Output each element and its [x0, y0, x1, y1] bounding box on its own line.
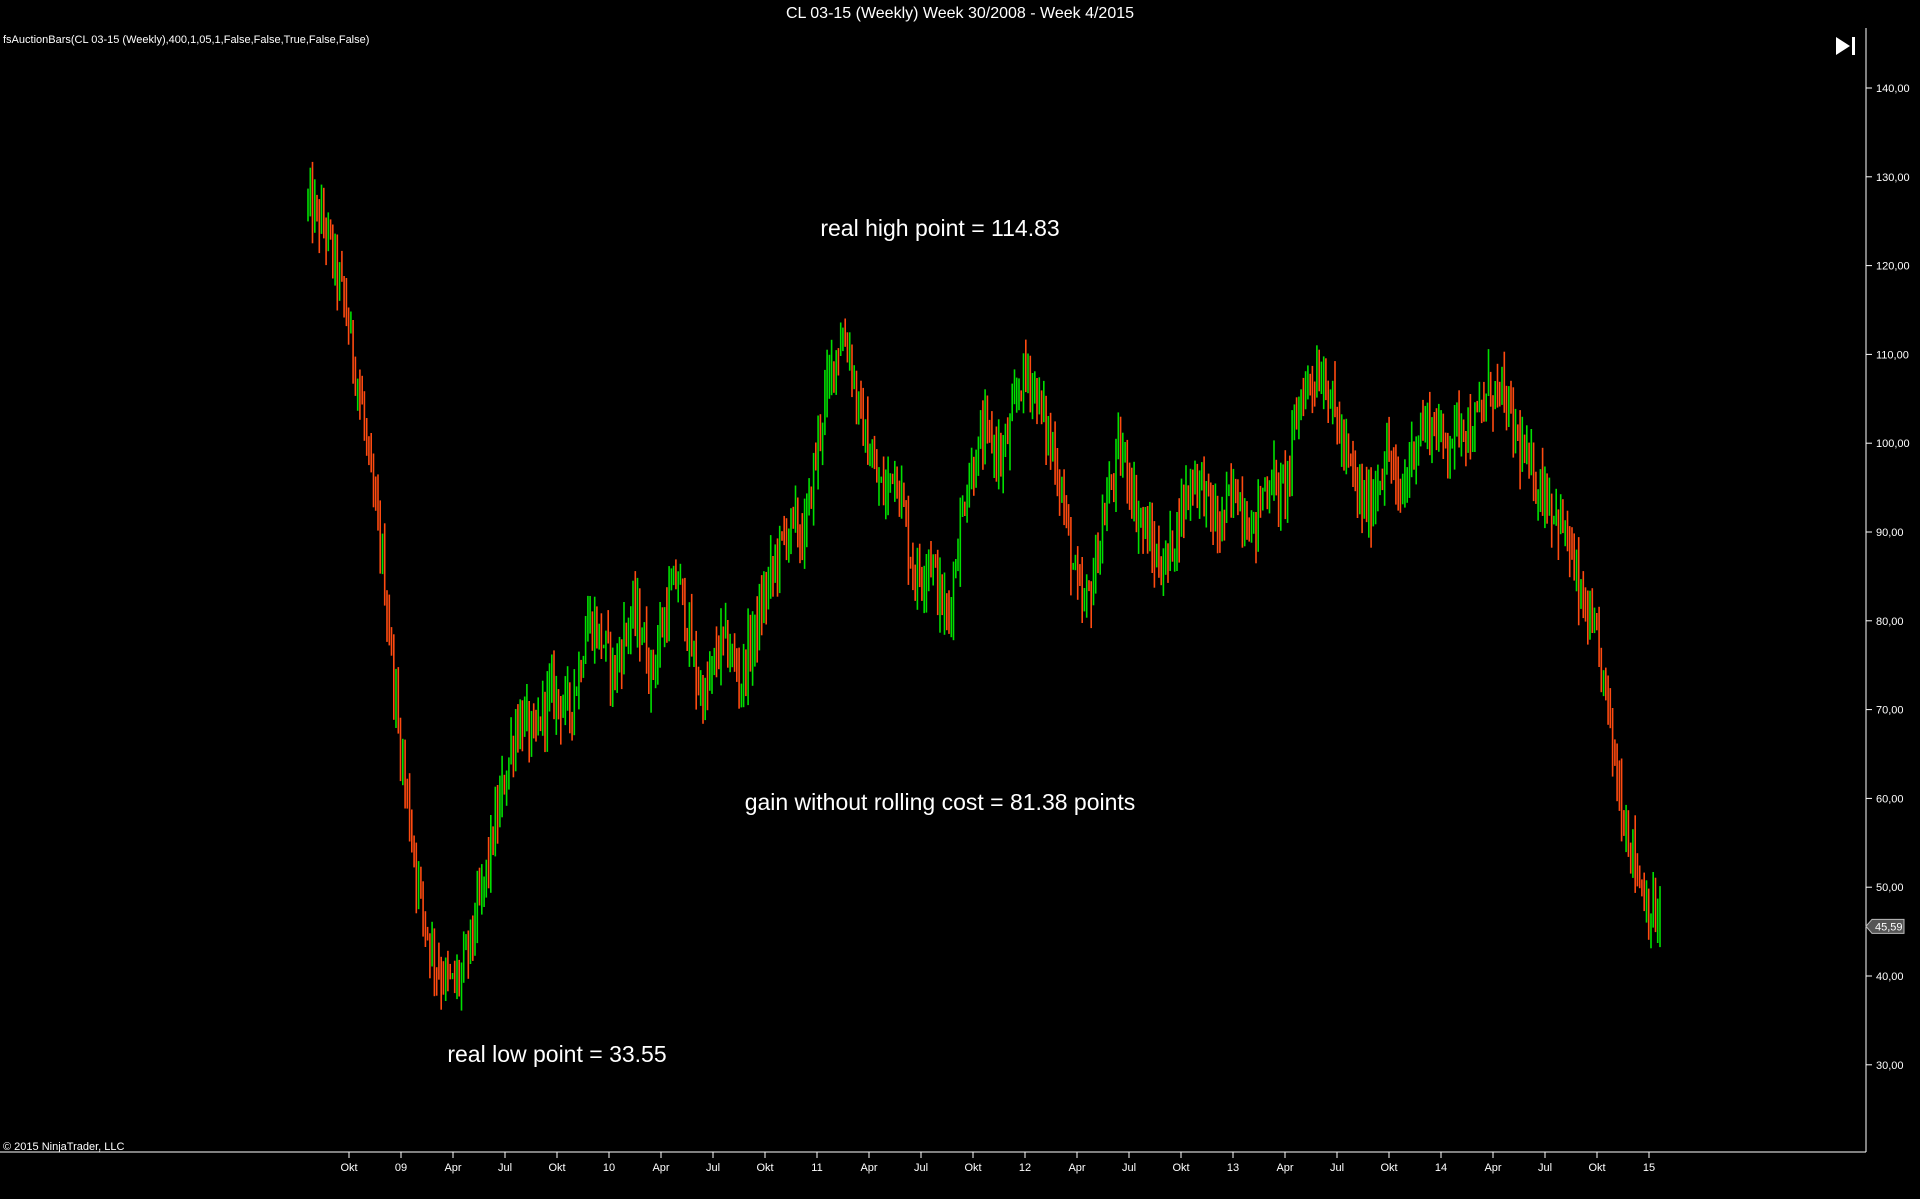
y-tick-label: 70,00	[1876, 705, 1904, 717]
x-tick-label: 13	[1227, 1162, 1239, 1174]
y-tick-label: 40,00	[1876, 971, 1904, 983]
last-price-marker: 45,59	[1865, 918, 1905, 934]
x-tick-label: 10	[603, 1162, 615, 1174]
x-tick-label: Okt	[1172, 1162, 1189, 1174]
window-title: CL 03-15 (Weekly) Week 30/2008 - Week 4/…	[0, 0, 1920, 29]
y-tick-label: 80,00	[1876, 616, 1904, 628]
annotation-high: real high point = 114.83	[820, 215, 1059, 241]
x-tick-label: 09	[395, 1162, 407, 1174]
x-tick-label: Apr	[1276, 1162, 1293, 1174]
y-tick-label: 100,00	[1876, 438, 1910, 450]
indicator-label: fsAuctionBars(CL 03-15 (Weekly),400,1,05…	[3, 34, 369, 46]
last-price-label: 45,59	[1875, 921, 1903, 933]
x-tick-label: Okt	[340, 1162, 357, 1174]
x-tick-label: Apr	[860, 1162, 877, 1174]
y-tick-label: 60,00	[1876, 793, 1904, 805]
x-tick-label: Apr	[1068, 1162, 1085, 1174]
x-tick-label: Okt	[964, 1162, 981, 1174]
y-tick-label: 120,00	[1876, 261, 1910, 273]
x-tick-label: Jul	[1330, 1162, 1344, 1174]
x-tick-label: Apr	[1484, 1162, 1501, 1174]
x-tick-label: Apr	[444, 1162, 461, 1174]
x-tick-label: Jul	[1538, 1162, 1552, 1174]
x-tick-label: Apr	[652, 1162, 669, 1174]
y-tick-label: 50,00	[1876, 882, 1904, 894]
x-tick-label: Okt	[548, 1162, 565, 1174]
y-tick-label: 130,00	[1876, 172, 1910, 184]
price-chart[interactable]: fsAuctionBars(CL 03-15 (Weekly),400,1,05…	[0, 28, 1920, 1199]
annotation-gain: gain without rolling cost = 81.38 points	[745, 789, 1136, 815]
x-tick-label: Okt	[1588, 1162, 1605, 1174]
y-tick-label: 110,00	[1876, 349, 1909, 361]
x-tick-label: 11	[811, 1162, 822, 1174]
x-tick-label: Okt	[1380, 1162, 1397, 1174]
x-tick-label: 12	[1019, 1162, 1031, 1174]
y-tick-label: 140,00	[1876, 83, 1910, 95]
y-tick-label: 90,00	[1876, 527, 1904, 539]
y-tick-label: 30,00	[1876, 1060, 1904, 1072]
x-tick-label: 14	[1435, 1162, 1447, 1174]
x-tick-label: Jul	[914, 1162, 928, 1174]
x-tick-label: 15	[1643, 1162, 1655, 1174]
x-tick-label: Jul	[706, 1162, 720, 1174]
chart-background	[0, 28, 1920, 1199]
copyright-label: © 2015 NinjaTrader, LLC	[3, 1141, 124, 1153]
x-tick-label: Jul	[1122, 1162, 1136, 1174]
x-tick-label: Okt	[756, 1162, 773, 1174]
annotation-low: real low point = 33.55	[447, 1041, 666, 1067]
x-tick-label: Jul	[498, 1162, 512, 1174]
